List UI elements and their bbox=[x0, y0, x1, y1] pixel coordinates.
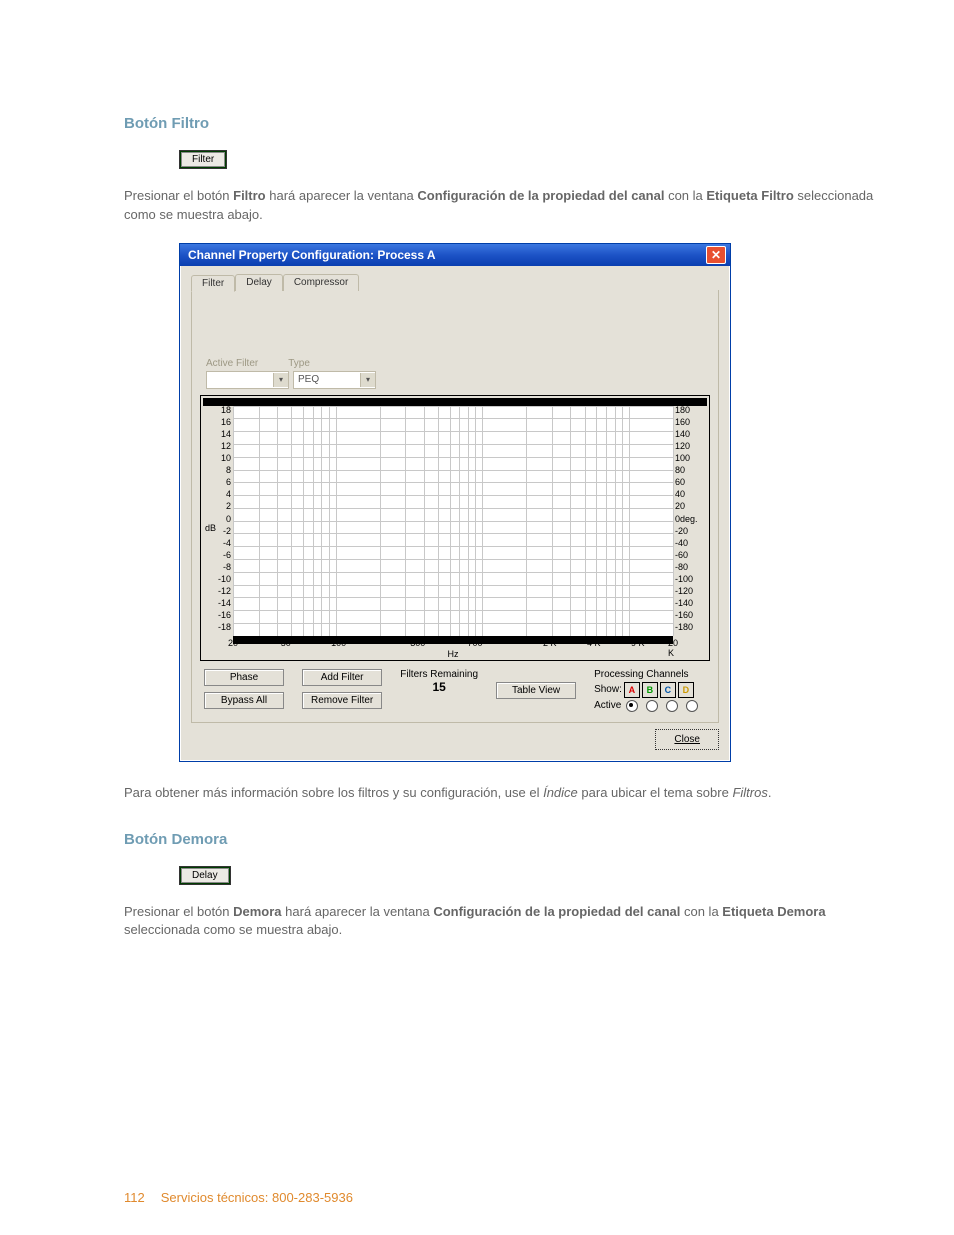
processing-channels-title: Processing Channels bbox=[594, 669, 701, 680]
channel-property-dialog: Channel Property Configuration: Process … bbox=[179, 243, 731, 762]
footer-text: Servicios técnicos: 800-283-5936 bbox=[161, 1190, 353, 1205]
text-bold: Configuración de la propiedad del canal bbox=[433, 904, 680, 919]
text-bold: Etiqueta Filtro bbox=[706, 188, 793, 203]
text: para ubicar el tema sobre bbox=[578, 785, 733, 800]
text: hará aparecer la ventana bbox=[266, 188, 418, 203]
type-value: PEQ bbox=[294, 374, 360, 385]
x-axis-label: Hz bbox=[448, 649, 459, 659]
processing-channels: Processing Channels Show: A B C D Active bbox=[594, 669, 701, 712]
show-label: Show: bbox=[594, 684, 622, 695]
text-italic: Filtros bbox=[732, 785, 767, 800]
filter-panel: Active Filter Type ▾ PEQ ▾ bbox=[191, 290, 719, 723]
section-heading-filtro: Botón Filtro bbox=[124, 115, 884, 132]
active-filter-dropdown[interactable]: ▾ bbox=[206, 371, 289, 389]
bypass-all-button[interactable]: Bypass All bbox=[204, 692, 284, 709]
channel-b-toggle[interactable]: B bbox=[642, 682, 658, 698]
channel-d-toggle[interactable]: D bbox=[678, 682, 694, 698]
channel-c-toggle[interactable]: C bbox=[660, 682, 676, 698]
text: Presionar el botón bbox=[124, 188, 233, 203]
active-radio-d[interactable] bbox=[686, 700, 698, 712]
filter-button-illustration: Filter bbox=[179, 150, 227, 169]
filters-remaining: Filters Remaining 15 bbox=[400, 669, 478, 694]
tab-filter[interactable]: Filter bbox=[191, 275, 235, 292]
active-label: Active bbox=[594, 700, 621, 711]
text-italic: Índice bbox=[543, 785, 578, 800]
plot-area[interactable] bbox=[233, 406, 673, 636]
active-radio-a[interactable] bbox=[626, 700, 638, 712]
text: . bbox=[768, 785, 772, 800]
close-button[interactable]: Close bbox=[655, 729, 719, 750]
filter-button-label: Filter bbox=[181, 152, 225, 167]
remove-filter-button[interactable]: Remove Filter bbox=[302, 692, 382, 709]
page-footer: 112 Servicios técnicos: 800-283-5936 bbox=[124, 1190, 353, 1205]
text: seleccionada como se muestra abajo. bbox=[124, 922, 342, 937]
text: hará aparecer la ventana bbox=[282, 904, 434, 919]
active-filter-label: Active Filter bbox=[206, 358, 258, 369]
para-filtro: Presionar el botón Filtro hará aparecer … bbox=[124, 187, 884, 225]
para-demora: Presionar el botón Demora hará aparecer … bbox=[124, 903, 884, 941]
para-after-dialog: Para obtener más información sobre los f… bbox=[124, 784, 884, 803]
phase-button[interactable]: Phase bbox=[204, 669, 284, 686]
delay-button-illustration: Delay bbox=[179, 866, 231, 885]
text-bold: Demora bbox=[233, 904, 281, 919]
active-radio-c[interactable] bbox=[666, 700, 678, 712]
delay-button-label: Delay bbox=[181, 868, 229, 883]
active-radio-b[interactable] bbox=[646, 700, 658, 712]
dialog-titlebar[interactable]: Channel Property Configuration: Process … bbox=[180, 244, 730, 266]
tab-compressor[interactable]: Compressor bbox=[283, 274, 359, 291]
table-view-button[interactable]: Table View bbox=[496, 682, 576, 699]
text: Presionar el botón bbox=[124, 904, 233, 919]
section-heading-demora: Botón Demora bbox=[124, 831, 884, 848]
dialog-title: Channel Property Configuration: Process … bbox=[188, 248, 436, 262]
text-bold: Configuración de la propiedad del canal bbox=[417, 188, 664, 203]
y-axis-right-ticks: 180160140120100806040200deg.-20-40-60-80… bbox=[675, 404, 707, 636]
text: con la bbox=[664, 188, 706, 203]
text-bold: Etiqueta Demora bbox=[722, 904, 825, 919]
page-number: 112 bbox=[124, 1190, 145, 1205]
eq-chart: dB 181614121086420-2-4-6-8-10-12-14-16-1… bbox=[200, 395, 710, 661]
tab-delay[interactable]: Delay bbox=[235, 274, 283, 291]
text-bold: Filtro bbox=[233, 188, 266, 203]
chevron-down-icon: ▾ bbox=[273, 373, 288, 387]
text: Para obtener más información sobre los f… bbox=[124, 785, 543, 800]
y-axis-left-ticks: 181614121086420-2-4-6-8-10-12-14-16-18 bbox=[203, 404, 231, 636]
filters-remaining-label: Filters Remaining bbox=[400, 669, 478, 680]
channel-a-toggle[interactable]: A bbox=[624, 682, 640, 698]
close-icon[interactable]: ✕ bbox=[706, 246, 726, 264]
text: con la bbox=[680, 904, 722, 919]
type-label: Type bbox=[288, 358, 310, 369]
add-filter-button[interactable]: Add Filter bbox=[302, 669, 382, 686]
type-dropdown[interactable]: PEQ ▾ bbox=[293, 371, 376, 389]
chevron-down-icon: ▾ bbox=[360, 373, 375, 387]
filters-remaining-value: 15 bbox=[400, 680, 478, 694]
